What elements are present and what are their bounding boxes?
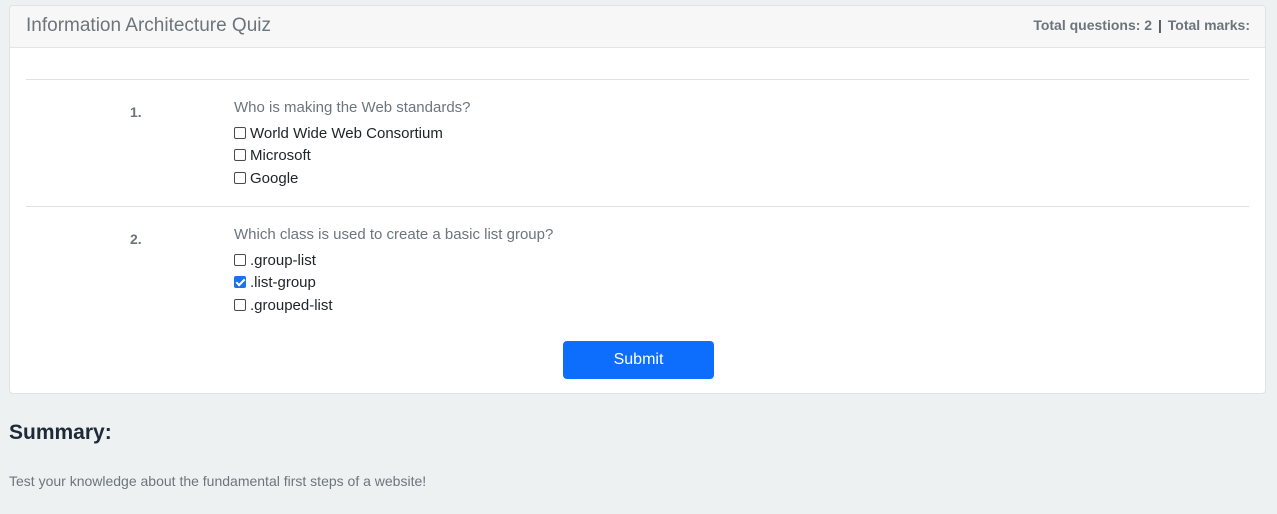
- checkbox[interactable]: [234, 171, 246, 184]
- summary-heading: Summary:: [9, 421, 112, 444]
- option-group-list[interactable]: .group-list: [234, 252, 316, 269]
- question-number: 2.: [130, 231, 142, 247]
- divider: [26, 206, 1249, 207]
- option-label: .list-group: [250, 274, 316, 291]
- stats-separator: |: [1157, 17, 1162, 33]
- checkbox[interactable]: [234, 253, 246, 266]
- option-label: Google: [250, 170, 299, 187]
- quiz-stats: Total questions: 2 | Total marks:: [1033, 17, 1250, 33]
- checkbox-checked[interactable]: [234, 275, 246, 288]
- checkbox[interactable]: [234, 298, 246, 311]
- summary-text: Test your knowledge about the fundamenta…: [9, 473, 427, 489]
- quiz-card: Information Architecture Quiz Total ques…: [9, 5, 1266, 394]
- quiz-title: Information Architecture Quiz: [26, 15, 271, 36]
- option-label: Microsoft: [250, 147, 311, 164]
- option-list-group[interactable]: .list-group: [234, 274, 316, 291]
- total-questions: Total questions: 2: [1033, 17, 1153, 33]
- question-text: Which class is used to create a basic li…: [234, 226, 554, 243]
- checkbox[interactable]: [234, 148, 246, 161]
- option-label: World Wide Web Consortium: [250, 125, 443, 142]
- option-label: .grouped-list: [250, 297, 333, 314]
- total-marks: Total marks:: [1167, 17, 1250, 33]
- option-world-wide-web-consortium[interactable]: World Wide Web Consortium: [234, 125, 443, 142]
- option-google[interactable]: Google: [234, 170, 298, 187]
- divider: [26, 79, 1249, 80]
- question-number: 1.: [130, 104, 142, 120]
- quiz-header: Information Architecture Quiz Total ques…: [10, 6, 1265, 48]
- submit-button[interactable]: Submit: [563, 341, 714, 379]
- option-grouped-list[interactable]: .grouped-list: [234, 297, 333, 314]
- option-microsoft[interactable]: Microsoft: [234, 147, 311, 164]
- checkbox[interactable]: [234, 126, 246, 139]
- option-label: .group-list: [250, 252, 316, 269]
- question-text: Who is making the Web standards?: [234, 99, 471, 116]
